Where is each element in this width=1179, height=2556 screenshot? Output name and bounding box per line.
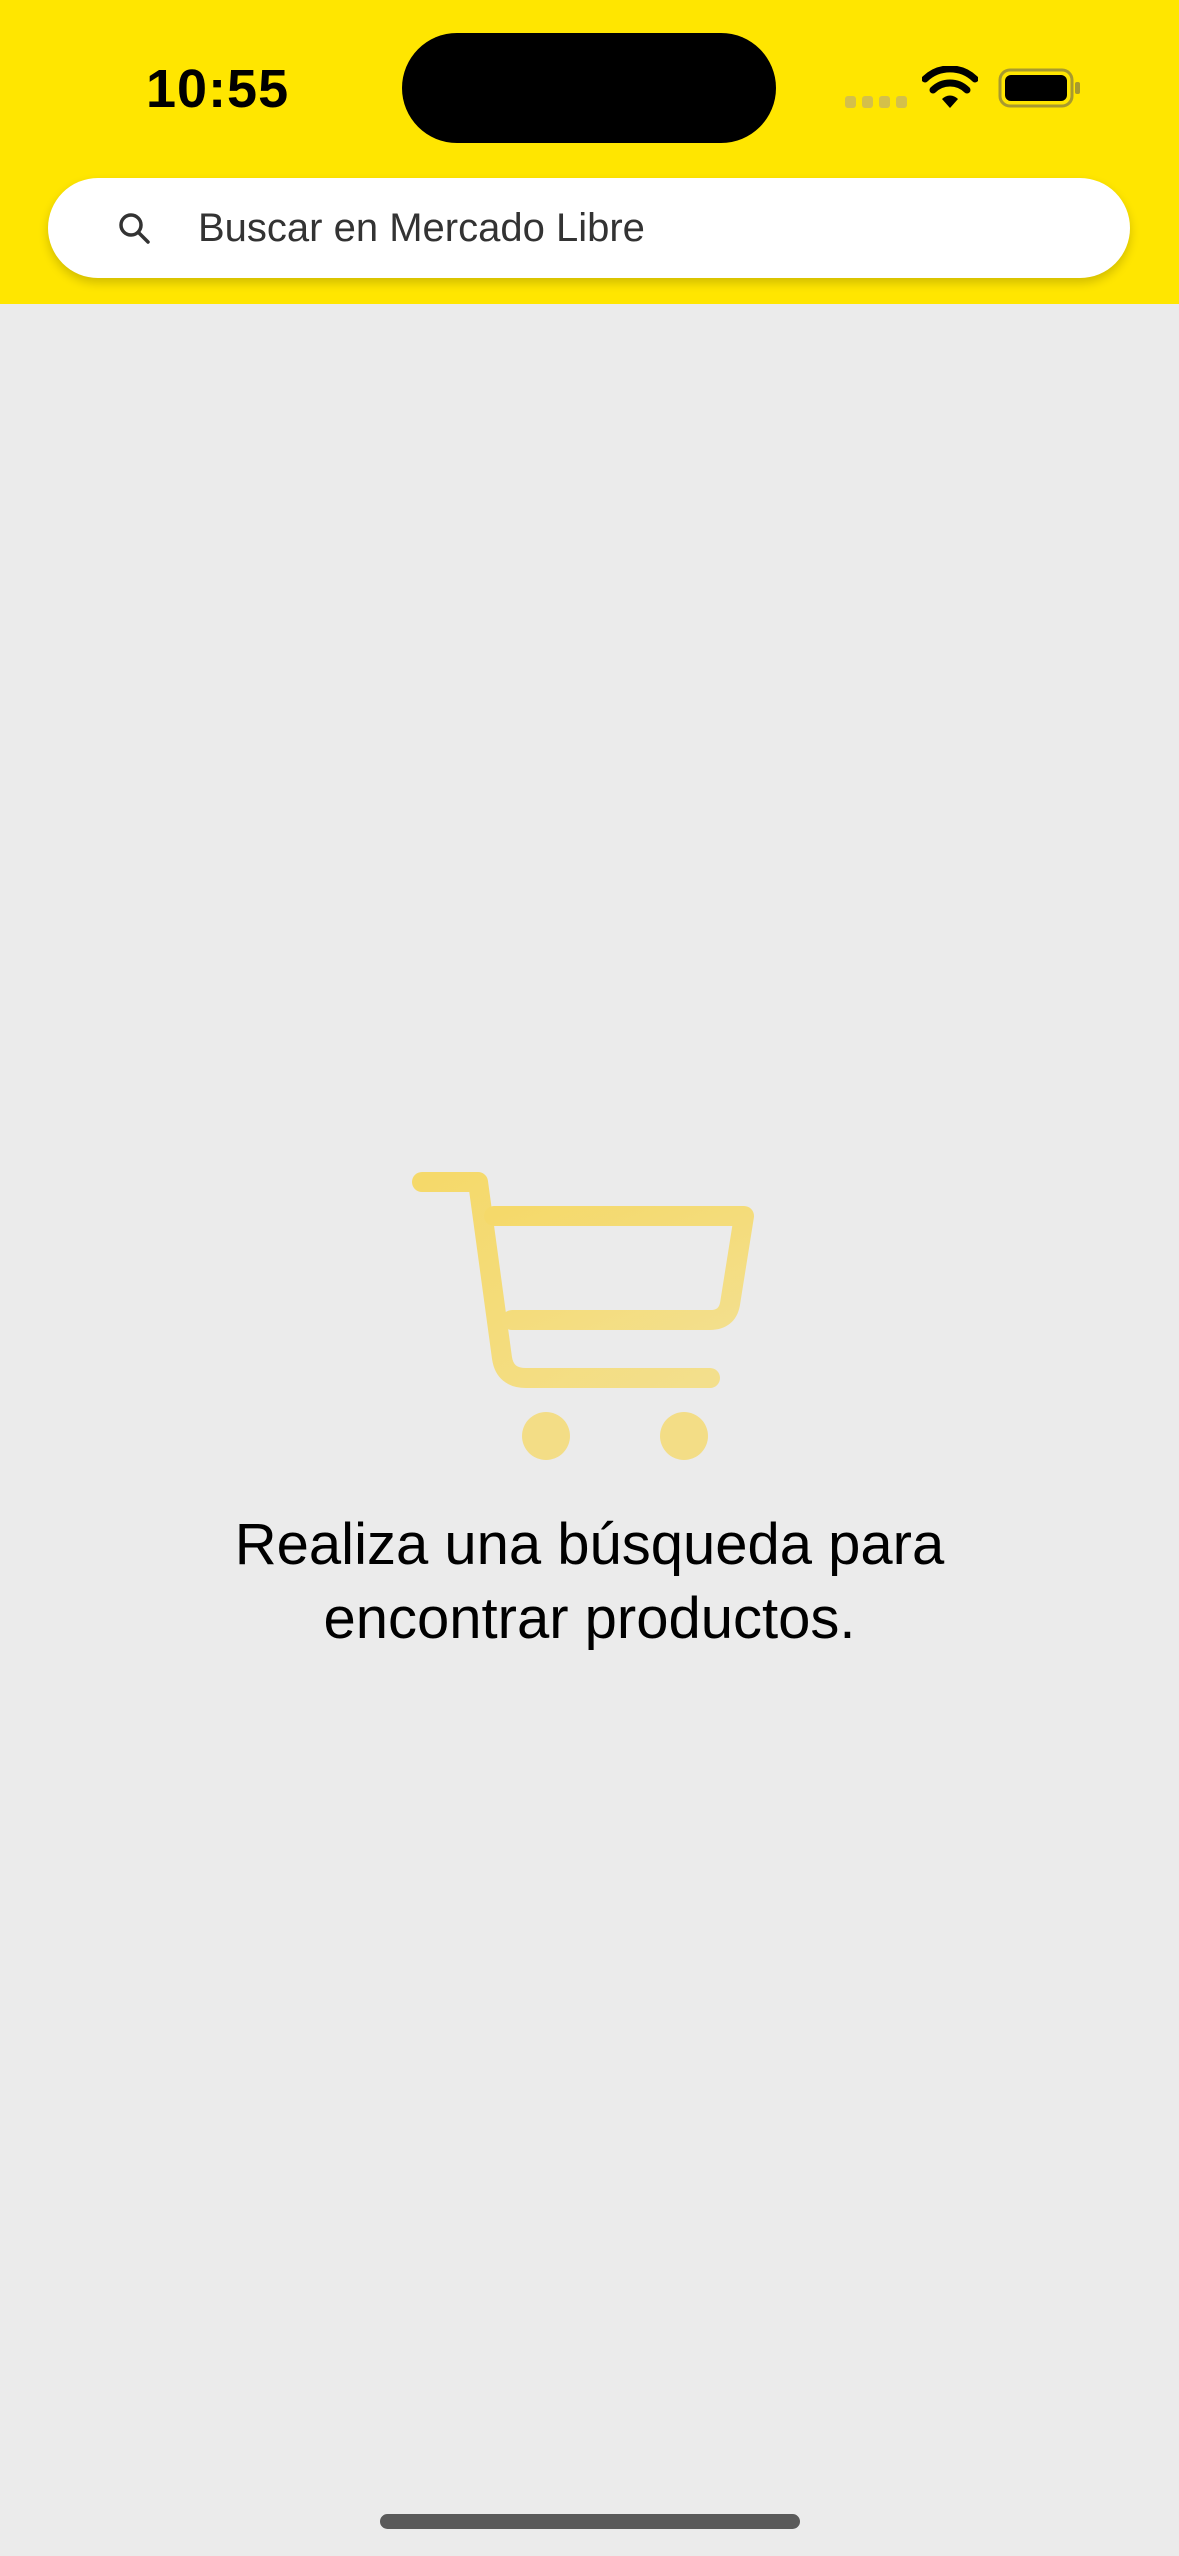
cellular-signal-icon (845, 96, 907, 108)
dynamic-island (402, 33, 776, 143)
app-header: 10:55 (0, 0, 1179, 304)
shopping-cart-icon (412, 1172, 754, 1460)
status-time: 10:55 (146, 59, 290, 119)
empty-state-message: Realiza una búsqueda para encontrar prod… (234, 1512, 945, 1651)
battery-icon (998, 68, 1080, 108)
search-input[interactable] (198, 178, 1078, 278)
search-icon (119, 213, 150, 244)
wifi-icon (922, 66, 978, 108)
home-indicator[interactable] (380, 2514, 800, 2529)
search-bar[interactable] (48, 178, 1130, 278)
